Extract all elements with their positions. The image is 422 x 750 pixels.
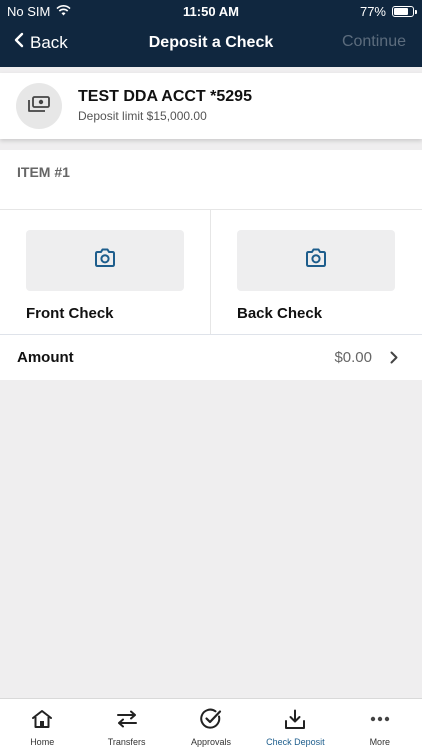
amount-label: Amount bbox=[17, 349, 74, 366]
money-icon bbox=[28, 95, 50, 117]
tab-check-deposit[interactable]: Check Deposit bbox=[253, 699, 337, 750]
front-check-capture-button[interactable] bbox=[26, 230, 184, 291]
status-time: 11:50 AM bbox=[183, 4, 239, 19]
front-check-section: Front Check bbox=[0, 210, 211, 334]
account-name: TEST DDA ACCT *5295 bbox=[78, 88, 252, 105]
tab-label: Check Deposit bbox=[266, 737, 325, 747]
transfer-icon bbox=[116, 708, 138, 730]
front-check-label: Front Check bbox=[26, 305, 114, 322]
tab-transfers[interactable]: Transfers bbox=[84, 699, 168, 750]
tab-approvals[interactable]: Approvals bbox=[169, 699, 253, 750]
deposit-limit: Deposit limit $15,000.00 bbox=[78, 109, 207, 123]
check-item: ITEM #1 Front Check Back Check Amount $0… bbox=[0, 150, 422, 380]
approvals-icon bbox=[200, 708, 222, 730]
back-check-section: Back Check bbox=[211, 210, 422, 334]
nav-bar: Back Deposit a Check Continue bbox=[0, 22, 422, 66]
camera-icon bbox=[305, 248, 327, 273]
battery-icon bbox=[392, 6, 417, 17]
chevron-right-icon bbox=[390, 351, 398, 369]
tab-label: Home bbox=[30, 737, 55, 747]
app-header: No SIM 11:50 AM 77% Back Deposit a Check… bbox=[0, 0, 422, 67]
tab-bar: Home Transfers Approvals Check Deposit M… bbox=[0, 698, 422, 750]
download-icon bbox=[284, 708, 306, 730]
amount-value: $0.00 bbox=[334, 349, 372, 366]
status-right: 77% bbox=[359, 4, 417, 19]
status-bar: No SIM 11:50 AM 77% bbox=[0, 0, 422, 22]
back-check-label: Back Check bbox=[237, 305, 323, 322]
tab-label: More bbox=[369, 737, 391, 747]
home-icon bbox=[31, 708, 53, 730]
camera-icon bbox=[94, 248, 116, 273]
tab-label: Approvals bbox=[191, 737, 232, 747]
tab-label: Transfers bbox=[107, 737, 146, 747]
amount-row[interactable]: Amount $0.00 bbox=[0, 335, 422, 380]
tab-home[interactable]: Home bbox=[0, 699, 84, 750]
account-card[interactable]: TEST DDA ACCT *5295 Deposit limit $15,00… bbox=[0, 73, 422, 139]
account-avatar bbox=[16, 83, 62, 129]
more-icon bbox=[370, 708, 390, 730]
tab-more[interactable]: More bbox=[338, 699, 422, 750]
continue-button[interactable]: Continue bbox=[342, 33, 406, 51]
item-header: ITEM #1 bbox=[17, 164, 70, 180]
back-check-capture-button[interactable] bbox=[237, 230, 395, 291]
battery-percent: 77% bbox=[359, 4, 386, 19]
battery-level bbox=[394, 8, 408, 15]
